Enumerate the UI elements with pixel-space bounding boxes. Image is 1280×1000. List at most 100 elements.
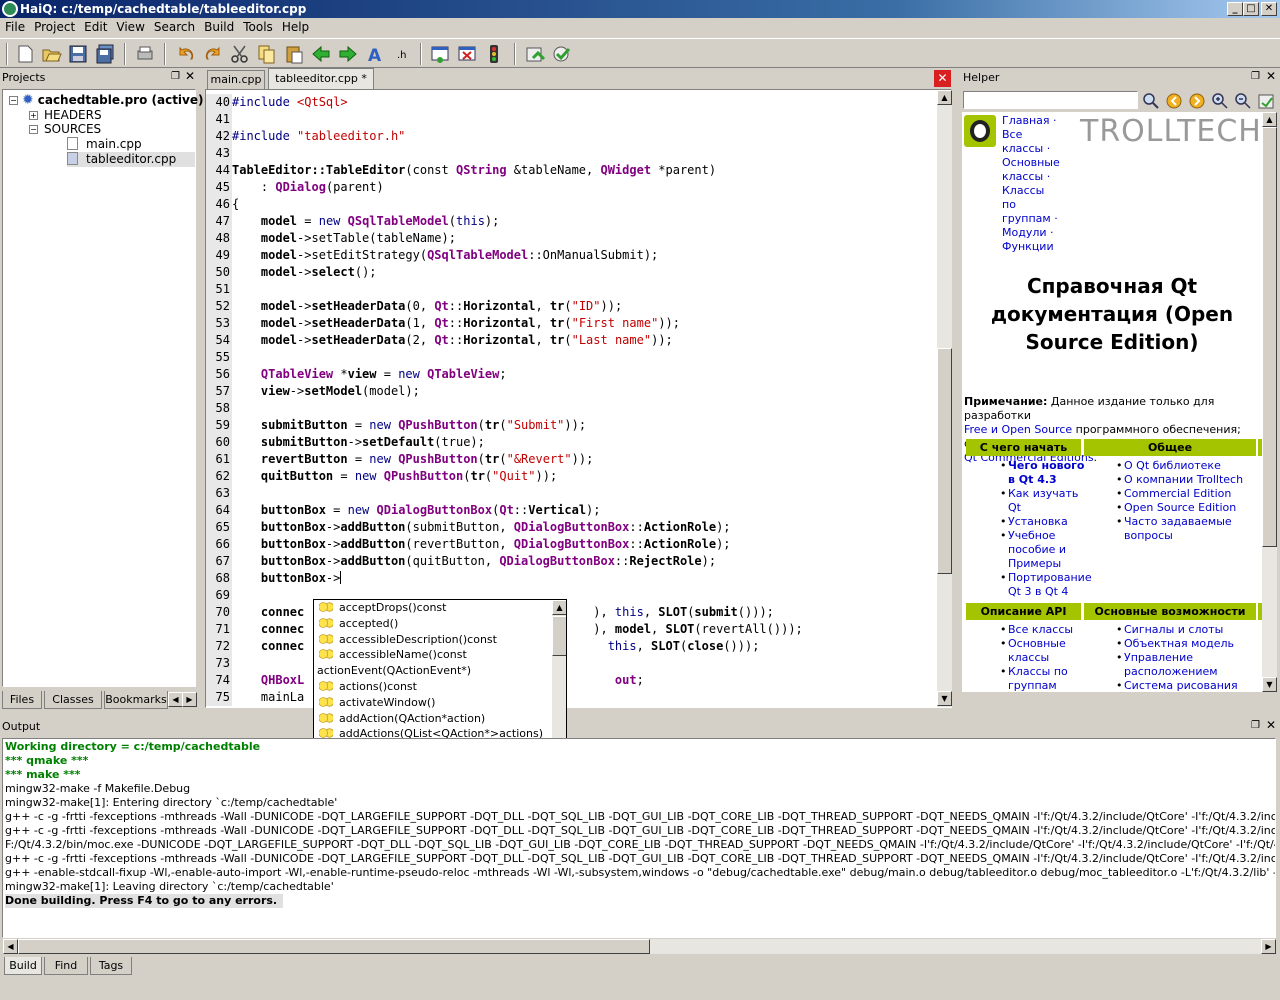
scroll-down-icon[interactable]: ▼ — [1262, 677, 1277, 692]
scroll-down-icon[interactable]: ▼ — [937, 691, 952, 706]
helper-nav-link[interactable]: Модули · — [1002, 226, 1082, 240]
code-line[interactable]: 69 — [206, 587, 232, 604]
code-line[interactable]: 50 model->select(); — [206, 264, 377, 281]
code-line[interactable]: 57 view->setModel(model); — [206, 383, 420, 400]
code-line[interactable]: 43 — [206, 145, 232, 162]
code-line[interactable]: 52 model->setHeaderData(0, Qt::Horizonta… — [206, 298, 622, 315]
tree-item-file-selected[interactable]: tableeditor.cpp — [67, 152, 195, 167]
menu-help[interactable]: Help — [277, 18, 313, 34]
close-button[interactable]: ✕ — [1261, 2, 1277, 16]
helper-list-link[interactable]: • Управление — [1116, 651, 1193, 664]
scroll-up-icon[interactable]: ▲ — [552, 600, 566, 615]
close-panel-icon[interactable]: ✕ — [1266, 718, 1276, 732]
helper-list-link[interactable]: • Установка — [1000, 515, 1068, 528]
code-line[interactable]: 40 #include <QtSql> — [206, 94, 348, 111]
tab-main-cpp[interactable]: main.cpp — [207, 70, 265, 89]
minimize-button[interactable]: _ — [1227, 2, 1243, 16]
code-line[interactable]: 55 — [206, 349, 232, 366]
stop-build-icon[interactable] — [456, 43, 478, 65]
helper-list-link[interactable]: Qt — [1000, 501, 1021, 514]
scroll-up-icon[interactable]: ▲ — [1262, 112, 1277, 127]
scroll-thumb[interactable] — [18, 939, 650, 954]
autocomplete-item[interactable]: accessibleDescription()const — [314, 632, 497, 648]
scroll-left-icon[interactable]: ◀ — [3, 939, 18, 954]
forward-arrow-icon[interactable] — [337, 43, 359, 65]
helper-search-input[interactable] — [963, 91, 1138, 109]
traffic-light-icon[interactable] — [483, 43, 505, 65]
tab-find[interactable]: Find — [44, 957, 88, 975]
open-file-icon[interactable] — [40, 43, 62, 65]
debug-icon[interactable] — [524, 43, 546, 65]
close-tab-icon[interactable]: ✕ — [934, 70, 951, 87]
editor-vertical-scrollbar[interactable]: ▲ ▼ — [937, 90, 952, 707]
back-arrow-icon[interactable] — [310, 43, 332, 65]
menu-edit[interactable]: Edit — [79, 18, 111, 34]
code-line[interactable]: 44 TableEditor::TableEditor(const QString… — [206, 162, 716, 179]
helper-list-link[interactable]: • Часто задаваемые — [1116, 515, 1232, 528]
helper-nav-link[interactable]: Классы — [1002, 184, 1082, 198]
autocomplete-item[interactable]: accessibleName()const — [314, 647, 467, 663]
helper-list-link[interactable]: • Commercial Edition — [1116, 487, 1231, 500]
helper-nav-link[interactable]: по — [1002, 198, 1082, 212]
helper-nav-link[interactable]: Главная · — [1002, 114, 1082, 128]
code-line[interactable]: 59 submitButton = new QPushButton(tr("Su… — [206, 417, 586, 434]
helper-list-link[interactable]: • Сигналы и слоты — [1116, 623, 1223, 636]
helper-list-link[interactable]: группам — [1000, 679, 1057, 692]
helper-list-link[interactable]: • Учебное — [1000, 529, 1055, 542]
helper-list-link[interactable]: Qt 3 в Qt 4 — [1000, 585, 1068, 598]
redo-icon[interactable] — [202, 43, 224, 65]
output-horizontal-scrollbar[interactable]: ◀ ▶ — [3, 939, 1276, 954]
helper-list-link[interactable]: • Чего нового — [1000, 459, 1084, 472]
code-line[interactable]: 53 model->setHeaderData(1, Qt::Horizonta… — [206, 315, 680, 332]
helper-list-link[interactable]: • Объектная модель — [1116, 637, 1234, 650]
scroll-thumb[interactable] — [937, 348, 952, 574]
helper-list-link[interactable]: • О Qt библиотеке — [1116, 459, 1221, 472]
zoom-out-icon[interactable] — [1233, 91, 1253, 111]
helper-nav-link[interactable]: группам · — [1002, 212, 1082, 226]
helper-nav-link[interactable]: Функции — [1002, 240, 1082, 254]
new-file-icon[interactable] — [14, 43, 36, 65]
helper-list-link[interactable]: в Qt 4.3 — [1000, 473, 1057, 486]
back-icon[interactable] — [1164, 91, 1184, 111]
autocomplete-item[interactable]: actions()const — [314, 679, 417, 695]
tab-classes[interactable]: Classes — [44, 691, 102, 709]
code-line[interactable]: 63 — [206, 485, 232, 502]
code-line[interactable]: 56 QTableView *view = new QTableView; — [206, 366, 507, 383]
helper-list-link[interactable]: • Портирование — [1000, 571, 1092, 584]
code-line[interactable]: 62 quitButton = new QPushButton(tr("Quit… — [206, 468, 557, 485]
undo-icon[interactable] — [175, 43, 197, 65]
close-panel-icon[interactable]: ✕ — [1266, 69, 1276, 83]
forward-icon[interactable] — [1187, 91, 1207, 111]
save-all-icon[interactable] — [94, 43, 116, 65]
code-line[interactable]: 42 #include "tableeditor.h" — [206, 128, 405, 145]
code-line[interactable]: 65 buttonBox->addButton(submitButton, QD… — [206, 519, 731, 536]
menu-build[interactable]: Build — [199, 18, 238, 34]
scroll-thumb[interactable] — [1262, 127, 1277, 547]
run-icon[interactable] — [551, 43, 573, 65]
helper-list-link[interactable]: • О компании Trolltech — [1116, 473, 1243, 486]
expand-icon[interactable]: + — [29, 111, 38, 120]
build-icon[interactable] — [429, 43, 451, 65]
code-line[interactable]: 41 — [206, 111, 232, 128]
tree-item-sources[interactable]: − SOURCES — [29, 122, 101, 137]
code-line[interactable]: 48 model->setTable(tableName); — [206, 230, 456, 247]
helper-list-link[interactable]: • Классы по — [1000, 665, 1068, 678]
code-line[interactable]: 66 buttonBox->addButton(revertButton, QD… — [206, 536, 731, 553]
helper-nav-link[interactable]: Основные — [1002, 156, 1082, 170]
tab-bookmarks[interactable]: Bookmarks — [104, 691, 168, 709]
code-line[interactable]: 46{ — [206, 196, 239, 213]
collapse-icon[interactable]: − — [29, 125, 38, 134]
code-line[interactable]: 49 model->setEditStrategy(QSqlTableModel… — [206, 247, 658, 264]
autocomplete-item[interactable]: accepted() — [314, 616, 398, 632]
scroll-right-icon[interactable]: ▶ — [1261, 939, 1276, 954]
tab-tags[interactable]: Tags — [90, 957, 132, 975]
scroll-up-icon[interactable]: ▲ — [937, 90, 952, 105]
tab-tableeditor-cpp[interactable]: tableeditor.cpp * — [268, 68, 374, 89]
copy-icon[interactable] — [256, 43, 278, 65]
code-line[interactable]: 60 submitButton->setDefault(true); — [206, 434, 485, 451]
helper-list-link[interactable]: • Основные — [1000, 637, 1066, 650]
float-panel-icon[interactable]: ❐ — [171, 71, 180, 82]
helper-list-link[interactable]: расположением — [1116, 665, 1218, 678]
search-icon[interactable] — [1141, 91, 1161, 111]
float-panel-icon[interactable]: ❐ — [1251, 720, 1260, 731]
